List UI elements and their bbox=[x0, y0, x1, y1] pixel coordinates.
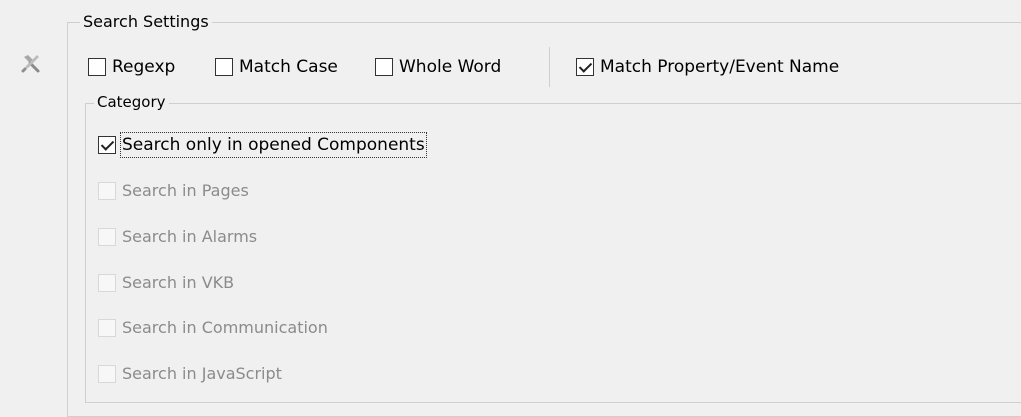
regexp-checkbox[interactable] bbox=[88, 58, 106, 76]
search-in-alarms-option: Search in Alarms bbox=[98, 224, 257, 250]
match-property-event-name-label: Match Property/Event Name bbox=[600, 57, 840, 77]
search-in-pages-checkbox bbox=[98, 182, 116, 200]
search-in-alarms-label: Search in Alarms bbox=[122, 227, 258, 246]
match-case-checkbox[interactable] bbox=[215, 58, 233, 76]
whole-word-checkbox[interactable] bbox=[375, 58, 393, 76]
match-property-event-name-checkbox[interactable] bbox=[576, 58, 594, 76]
search-only-opened-components-label: Search only in opened Components bbox=[120, 132, 427, 158]
tools-icon bbox=[21, 55, 40, 73]
search-in-javascript-label: Search in JavaScript bbox=[122, 364, 282, 383]
search-in-vkb-option: Search in VKB bbox=[98, 270, 234, 296]
match-case-label: Match Case bbox=[239, 57, 338, 77]
search-in-communication-checkbox bbox=[98, 319, 116, 337]
search-only-opened-components-checkbox[interactable] bbox=[98, 136, 116, 154]
search-in-javascript-checkbox bbox=[98, 365, 116, 383]
search-settings-title: Search Settings bbox=[80, 12, 212, 32]
match-property-event-name-option[interactable]: Match Property/Event Name bbox=[576, 54, 839, 80]
search-in-communication-label: Search in Communication bbox=[122, 318, 328, 337]
whole-word-option[interactable]: Whole Word bbox=[375, 54, 501, 80]
option-separator bbox=[549, 47, 550, 87]
search-in-vkb-checkbox bbox=[98, 274, 116, 292]
search-in-alarms-checkbox bbox=[98, 228, 116, 246]
whole-word-label: Whole Word bbox=[399, 57, 502, 77]
search-in-pages-label: Search in Pages bbox=[122, 181, 249, 200]
search-in-pages-option: Search in Pages bbox=[98, 178, 249, 204]
regexp-label: Regexp bbox=[112, 57, 176, 77]
category-title: Category bbox=[94, 93, 169, 111]
search-only-opened-components-option[interactable]: Search only in opened Components bbox=[98, 132, 427, 158]
search-in-communication-option: Search in Communication bbox=[98, 315, 328, 341]
match-case-option[interactable]: Match Case bbox=[215, 54, 338, 80]
search-in-javascript-option: Search in JavaScript bbox=[98, 361, 282, 387]
search-in-vkb-label: Search in VKB bbox=[122, 273, 235, 292]
regexp-option[interactable]: Regexp bbox=[88, 54, 175, 80]
